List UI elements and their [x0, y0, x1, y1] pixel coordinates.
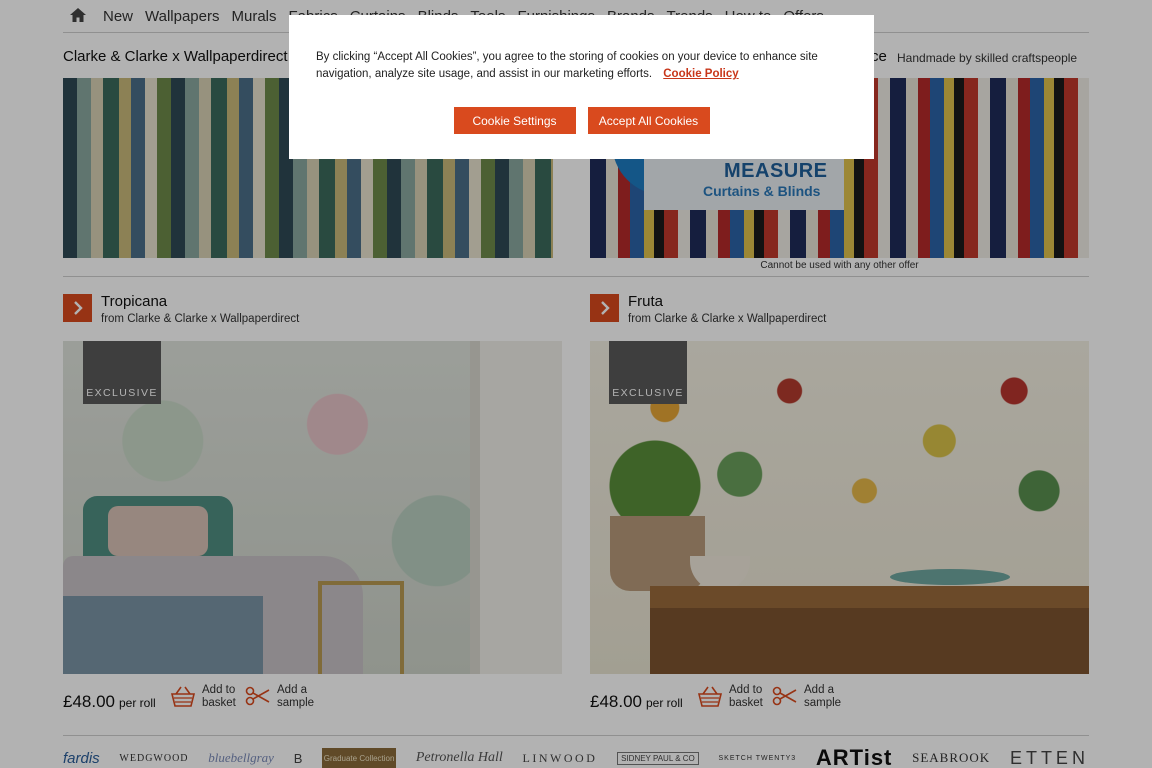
accept-all-cookies-button[interactable]: Accept All Cookies [587, 107, 710, 134]
cookie-policy-link[interactable]: Cookie Policy [663, 68, 738, 80]
cookie-settings-button[interactable]: Cookie Settings [453, 107, 576, 134]
cookie-consent-dialog: By clicking “Accept All Cookies”, you ag… [289, 15, 874, 159]
cookie-button-row: Cookie Settings Accept All Cookies [289, 107, 874, 134]
cookie-consent-text: By clicking “Accept All Cookies”, you ag… [316, 51, 818, 80]
